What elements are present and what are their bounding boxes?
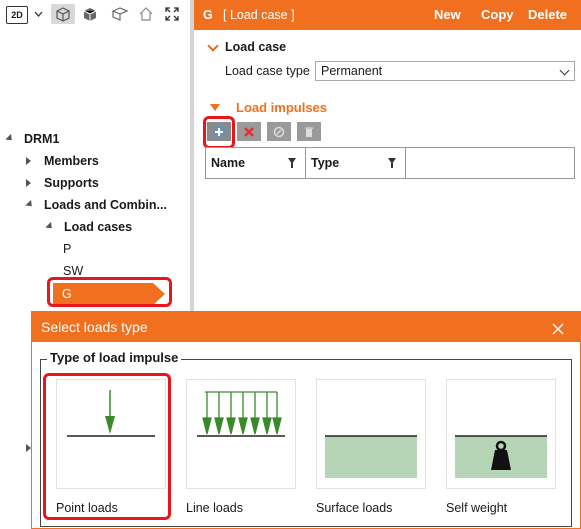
chevron-down-icon bbox=[559, 65, 570, 76]
new-button[interactable]: New bbox=[434, 7, 461, 22]
close-icon[interactable] bbox=[552, 317, 564, 340]
load-case-type-label: Load case type bbox=[225, 64, 310, 78]
self-weight-tile[interactable] bbox=[446, 379, 556, 489]
edit-impulse-button[interactable] bbox=[267, 122, 291, 141]
tree-item-label: SW bbox=[63, 264, 84, 278]
case-name: G bbox=[203, 8, 213, 22]
wireframe-icon[interactable] bbox=[51, 4, 75, 24]
view-mode-label: 2D bbox=[11, 10, 23, 20]
expand-icon[interactable] bbox=[26, 179, 31, 187]
tree-item-label: Supports bbox=[44, 176, 99, 190]
group-title: Type of load impulse bbox=[47, 350, 182, 365]
chevron-down-icon[interactable] bbox=[207, 40, 219, 52]
red-x-icon bbox=[244, 126, 254, 137]
line-load-icon bbox=[197, 391, 285, 437]
select-loads-type-dialog: Select loads type Type of load impulse P… bbox=[31, 311, 581, 529]
collapse-icon[interactable] bbox=[210, 104, 220, 111]
column-header-label: Name bbox=[211, 156, 246, 170]
line-loads-tile[interactable] bbox=[186, 379, 296, 489]
expand-icon[interactable] bbox=[26, 157, 31, 165]
tree-item-label: P bbox=[63, 242, 72, 256]
dialog-titlebar: Select loads type bbox=[32, 312, 580, 342]
collapse-icon[interactable] bbox=[45, 221, 55, 232]
dialog-title: Select loads type bbox=[41, 319, 148, 335]
callout-highlight-point-loads bbox=[43, 373, 171, 520]
remove-impulse-button[interactable] bbox=[237, 122, 261, 141]
collapse-icon[interactable] bbox=[25, 199, 35, 210]
solid-icon[interactable] bbox=[79, 4, 101, 24]
line-loads-label: Line loads bbox=[186, 501, 243, 515]
load-impulses-grid: Name Type bbox=[205, 147, 575, 179]
callout-highlight-g bbox=[47, 277, 172, 307]
surface-loads-label: Surface loads bbox=[316, 501, 393, 515]
load-impulses-section-title: Load impulses bbox=[236, 100, 328, 115]
self-weight-label: Self weight bbox=[446, 501, 508, 515]
self-weight-icon bbox=[455, 435, 547, 478]
filter-icon[interactable] bbox=[288, 158, 296, 168]
trash-button[interactable] bbox=[297, 122, 321, 141]
view-mode-button[interactable]: 2D bbox=[6, 6, 28, 24]
fullscreen-icon[interactable] bbox=[162, 4, 182, 24]
copy-button[interactable]: Copy bbox=[481, 7, 514, 22]
column-header-label: Type bbox=[311, 156, 340, 170]
column-header-type[interactable]: Type bbox=[306, 148, 406, 178]
delete-button[interactable]: Delete bbox=[528, 7, 567, 22]
case-kind: [ Load case ] bbox=[223, 8, 295, 22]
tree-item-label: Load cases bbox=[64, 220, 133, 234]
filter-icon[interactable] bbox=[388, 158, 396, 168]
callout-highlight-add bbox=[203, 116, 235, 149]
edit-icon bbox=[273, 126, 285, 137]
column-header-name[interactable]: Name bbox=[206, 148, 306, 178]
properties-header: G [ Load case ] New Copy Delete bbox=[194, 0, 581, 30]
tree-item-label: Loads and Combin... bbox=[44, 198, 167, 212]
collapse-icon[interactable] bbox=[5, 133, 15, 144]
load-case-type-select[interactable]: Permanent bbox=[315, 61, 575, 81]
section-icon[interactable] bbox=[110, 4, 130, 24]
tree-item-label: DRM1 bbox=[24, 132, 60, 146]
home-icon[interactable] bbox=[136, 4, 156, 24]
load-case-section-title: Load case bbox=[225, 40, 287, 54]
load-case-type-value: Permanent bbox=[321, 64, 383, 78]
view-mode-dropdown-icon[interactable] bbox=[33, 4, 43, 24]
trash-icon bbox=[305, 127, 313, 137]
view-toolbar: 2D bbox=[0, 0, 191, 30]
tree-item-label: Members bbox=[44, 154, 99, 168]
surface-load-icon bbox=[325, 435, 417, 478]
surface-loads-tile[interactable] bbox=[316, 379, 426, 489]
